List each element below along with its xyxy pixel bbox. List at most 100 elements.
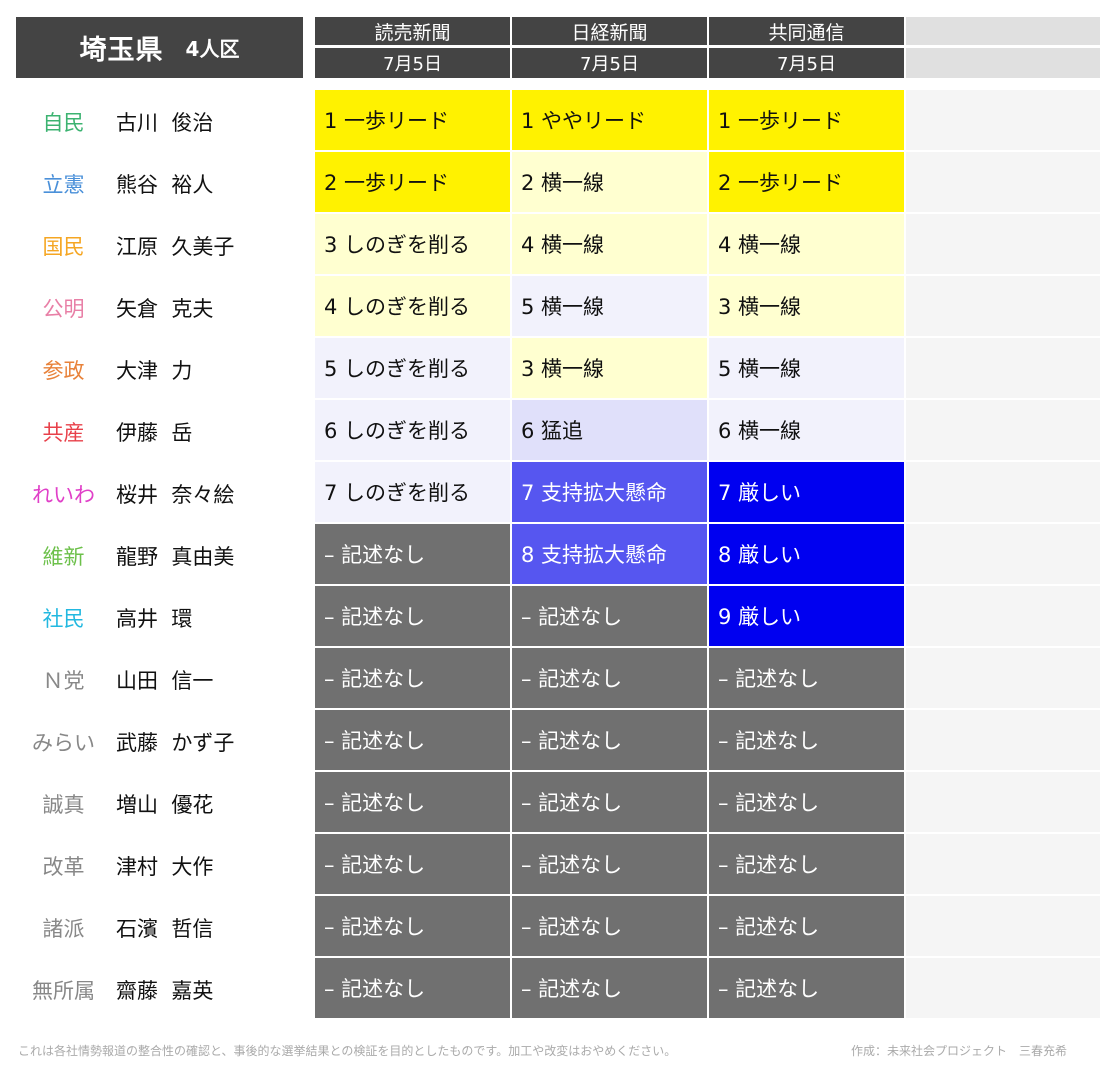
candidate-name: 齋藤 嘉英: [116, 979, 214, 1003]
assessment-cell: 7 厳しい: [709, 462, 904, 522]
candidate-name: 山田 信一: [116, 669, 214, 693]
assessment-cell: – 記述なし: [512, 586, 707, 646]
survey-date: 7月5日: [709, 48, 904, 78]
candidate-name: 桜井 奈々絵: [116, 483, 235, 507]
assessment-cell: – 記述なし: [315, 586, 510, 646]
assessment-cell: 4 横一線: [512, 214, 707, 274]
column-header: 共同通信 7月5日: [709, 17, 904, 78]
assessment-cell: – 記述なし: [512, 958, 707, 1018]
assessment-cell: – 記述なし: [512, 648, 707, 708]
assessment-cell: – 記述なし: [709, 648, 904, 708]
candidate-name: 石濱 哲信: [116, 917, 214, 941]
candidate-name: 増山 優花: [116, 793, 214, 817]
assessment-cell: – 記述なし: [709, 710, 904, 770]
assessment-cell: 1 ややリード: [512, 90, 707, 150]
survey-date: 7月5日: [315, 48, 510, 78]
empty-cell: [906, 90, 1100, 150]
assessment-cell: 5 横一線: [709, 338, 904, 398]
assessment-cell: 7 しのぎを削る: [315, 462, 510, 522]
column-header-empty: [906, 17, 1100, 78]
assessment-cell: – 記述なし: [512, 896, 707, 956]
party-name: 共産: [42, 421, 85, 445]
party-name: 諸派: [42, 917, 85, 941]
assessment-cell: 5 しのぎを削る: [315, 338, 510, 398]
assessment-cell: – 記述なし: [315, 896, 510, 956]
empty-cell: [906, 958, 1100, 1018]
newspaper-name: 共同通信: [709, 17, 904, 45]
candidate-name: 古川 俊治: [116, 111, 214, 135]
party-name: 参政: [42, 359, 85, 383]
party-name: 維新: [42, 545, 85, 569]
assessment-cell: – 記述なし: [512, 772, 707, 832]
assessment-cell: 1 一歩リード: [709, 90, 904, 150]
empty-cell: [906, 462, 1100, 522]
assessment-cell: 2 一歩リード: [315, 152, 510, 212]
candidate-name: 矢倉 克夫: [116, 297, 214, 321]
candidate-name: 津村 大作: [116, 855, 214, 879]
assessment-cell: 7 支持拡大懸命: [512, 462, 707, 522]
empty-cell: [906, 276, 1100, 336]
assessment-cell: 6 横一線: [709, 400, 904, 460]
assessment-cell: – 記述なし: [709, 834, 904, 894]
party-name: Ｎ党: [42, 669, 85, 693]
empty-cell: [906, 648, 1100, 708]
newspaper-name: [906, 17, 1100, 45]
assessment-cell: – 記述なし: [709, 896, 904, 956]
assessment-cell: 4 しのぎを削る: [315, 276, 510, 336]
seat-count: 4人区: [185, 37, 240, 61]
table-row: 自民 古川 俊治 1 一歩リード 1 ややリード 1 一歩リード: [0, 90, 1119, 150]
assessment-cell: 9 厳しい: [709, 586, 904, 646]
footer-credit: 作成：未来社会プロジェクト 三春充希: [851, 1044, 1068, 1058]
assessment-cell: 8 厳しい: [709, 524, 904, 584]
table-row: 公明 矢倉 克夫 4 しのぎを削る 5 横一線 3 横一線: [0, 276, 1119, 336]
assessment-cell: 6 猛追: [512, 400, 707, 460]
assessment-cell: 3 しのぎを削る: [315, 214, 510, 274]
footer-note: これは各社情勢報道の整合性の確認と、事後的な選挙結果との検証を目的としたものです…: [18, 1044, 677, 1058]
prefecture-name: 埼玉県: [79, 35, 164, 66]
assessment-cell: – 記述なし: [709, 958, 904, 1018]
party-name: みらい: [32, 731, 95, 755]
table-row: Ｎ党 山田 信一 – 記述なし – 記述なし – 記述なし: [0, 648, 1119, 708]
assessment-cell: 4 横一線: [709, 214, 904, 274]
candidate-name: 伊藤 岳: [116, 421, 193, 445]
party-name: れいわ: [32, 483, 95, 507]
assessment-cell: – 記述なし: [315, 958, 510, 1018]
candidate-name: 龍野 真由美: [116, 545, 235, 569]
table-title: 埼玉県 4人区: [16, 17, 303, 78]
table-row: みらい 武藤 かず子 – 記述なし – 記述なし – 記述なし: [0, 710, 1119, 770]
assessment-cell: 3 横一線: [709, 276, 904, 336]
assessment-cell: 1 一歩リード: [315, 90, 510, 150]
candidate-name: 江原 久美子: [116, 235, 235, 259]
party-name: 公明: [42, 297, 85, 321]
empty-cell: [906, 896, 1100, 956]
table-row: 社民 高井 環 – 記述なし – 記述なし 9 厳しい: [0, 586, 1119, 646]
assessment-cell: – 記述なし: [315, 834, 510, 894]
candidate-name: 高井 環: [116, 607, 193, 631]
table-row: 無所属 齋藤 嘉英 – 記述なし – 記述なし – 記述なし: [0, 958, 1119, 1018]
column-header: 日経新聞 7月5日: [512, 17, 707, 78]
table-row: 維新 龍野 真由美 – 記述なし 8 支持拡大懸命 8 厳しい: [0, 524, 1119, 584]
table-row: 共産 伊藤 岳 6 しのぎを削る 6 猛追 6 横一線: [0, 400, 1119, 460]
table-row: 誠真 増山 優花 – 記述なし – 記述なし – 記述なし: [0, 772, 1119, 832]
assessment-cell: 3 横一線: [512, 338, 707, 398]
candidate-name: 武藤 かず子: [116, 731, 235, 755]
assessment-cell: – 記述なし: [315, 524, 510, 584]
table-row: れいわ 桜井 奈々絵 7 しのぎを削る 7 支持拡大懸命 7 厳しい: [0, 462, 1119, 522]
assessment-cell: – 記述なし: [315, 772, 510, 832]
empty-cell: [906, 338, 1100, 398]
candidate-name: 大津 力: [116, 359, 193, 383]
empty-cell: [906, 400, 1100, 460]
party-name: 立憲: [42, 173, 85, 197]
table-row: 国民 江原 久美子 3 しのぎを削る 4 横一線 4 横一線: [0, 214, 1119, 274]
party-name: 自民: [42, 111, 85, 135]
newspaper-name: 読売新聞: [315, 17, 510, 45]
table-row: 改革 津村 大作 – 記述なし – 記述なし – 記述なし: [0, 834, 1119, 894]
assessment-cell: – 記述なし: [709, 772, 904, 832]
assessment-cell: – 記述なし: [512, 834, 707, 894]
assessment-cell: – 記述なし: [315, 710, 510, 770]
assessment-cell: 2 横一線: [512, 152, 707, 212]
party-name: 誠真: [42, 793, 85, 817]
empty-cell: [906, 772, 1100, 832]
assessment-cell: 5 横一線: [512, 276, 707, 336]
empty-cell: [906, 586, 1100, 646]
